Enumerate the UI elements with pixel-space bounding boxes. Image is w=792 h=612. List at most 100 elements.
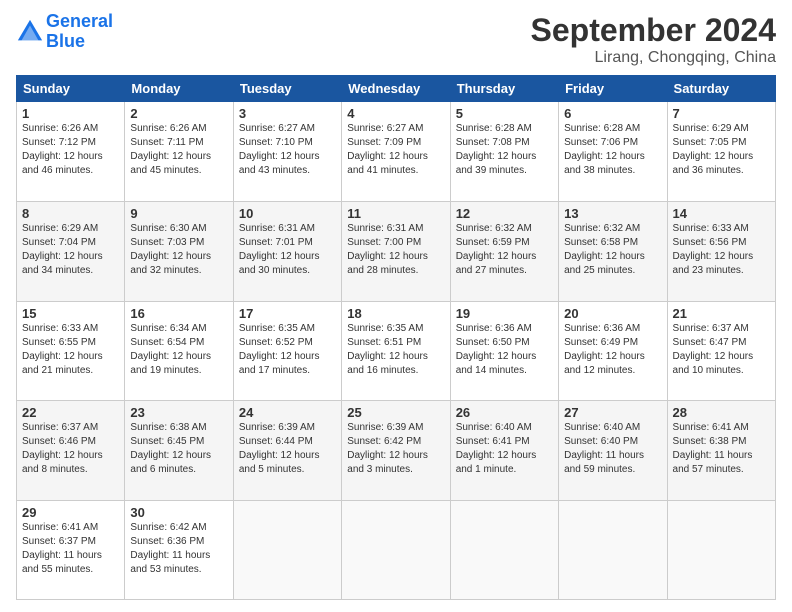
calendar-day-header: Thursday [450,76,558,102]
day-info: Sunrise: 6:27 AMSunset: 7:09 PMDaylight:… [347,122,444,178]
calendar-cell: 29Sunrise: 6:41 AMSunset: 6:37 PMDayligh… [17,501,125,600]
calendar-cell: 12Sunrise: 6:32 AMSunset: 6:59 PMDayligh… [450,201,558,301]
calendar-cell: 18Sunrise: 6:35 AMSunset: 6:51 PMDayligh… [342,301,450,401]
calendar-cell: 7Sunrise: 6:29 AMSunset: 7:05 PMDaylight… [667,102,775,202]
subtitle: Lirang, Chongqing, China [531,49,776,67]
day-info: Sunrise: 6:29 AMSunset: 7:05 PMDaylight:… [673,122,770,178]
day-info: Sunrise: 6:35 AMSunset: 6:52 PMDaylight:… [239,322,336,378]
day-number: 25 [347,405,444,420]
calendar-cell: 3Sunrise: 6:27 AMSunset: 7:10 PMDaylight… [233,102,341,202]
calendar-day-header: Friday [559,76,667,102]
day-info: Sunrise: 6:34 AMSunset: 6:54 PMDaylight:… [130,322,227,378]
day-number: 27 [564,405,661,420]
calendar-cell: 13Sunrise: 6:32 AMSunset: 6:58 PMDayligh… [559,201,667,301]
day-info: Sunrise: 6:32 AMSunset: 6:59 PMDaylight:… [456,222,553,278]
calendar-cell: 14Sunrise: 6:33 AMSunset: 6:56 PMDayligh… [667,201,775,301]
day-number: 18 [347,306,444,321]
day-number: 11 [347,206,444,221]
calendar: SundayMondayTuesdayWednesdayThursdayFrid… [16,75,776,600]
day-info: Sunrise: 6:31 AMSunset: 7:01 PMDaylight:… [239,222,336,278]
day-number: 6 [564,106,661,121]
calendar-day-header: Tuesday [233,76,341,102]
day-info: Sunrise: 6:31 AMSunset: 7:00 PMDaylight:… [347,222,444,278]
calendar-cell: 4Sunrise: 6:27 AMSunset: 7:09 PMDaylight… [342,102,450,202]
day-number: 21 [673,306,770,321]
calendar-cell [450,501,558,600]
calendar-cell: 23Sunrise: 6:38 AMSunset: 6:45 PMDayligh… [125,401,233,501]
calendar-cell: 9Sunrise: 6:30 AMSunset: 7:03 PMDaylight… [125,201,233,301]
day-info: Sunrise: 6:42 AMSunset: 6:36 PMDaylight:… [130,521,227,577]
calendar-cell: 30Sunrise: 6:42 AMSunset: 6:36 PMDayligh… [125,501,233,600]
calendar-cell: 19Sunrise: 6:36 AMSunset: 6:50 PMDayligh… [450,301,558,401]
day-info: Sunrise: 6:26 AMSunset: 7:11 PMDaylight:… [130,122,227,178]
day-info: Sunrise: 6:35 AMSunset: 6:51 PMDaylight:… [347,322,444,378]
day-number: 2 [130,106,227,121]
day-info: Sunrise: 6:26 AMSunset: 7:12 PMDaylight:… [22,122,119,178]
calendar-cell: 26Sunrise: 6:40 AMSunset: 6:41 PMDayligh… [450,401,558,501]
day-number: 4 [347,106,444,121]
title-block: September 2024 Lirang, Chongqing, China [531,12,776,67]
day-number: 17 [239,306,336,321]
day-info: Sunrise: 6:36 AMSunset: 6:49 PMDaylight:… [564,322,661,378]
day-number: 5 [456,106,553,121]
calendar-week-row: 22Sunrise: 6:37 AMSunset: 6:46 PMDayligh… [17,401,776,501]
calendar-week-row: 15Sunrise: 6:33 AMSunset: 6:55 PMDayligh… [17,301,776,401]
day-number: 22 [22,405,119,420]
day-info: Sunrise: 6:27 AMSunset: 7:10 PMDaylight:… [239,122,336,178]
day-number: 29 [22,505,119,520]
page: General Blue September 2024 Lirang, Chon… [0,0,792,612]
logo-line1: General [46,11,113,31]
day-number: 15 [22,306,119,321]
calendar-cell: 10Sunrise: 6:31 AMSunset: 7:01 PMDayligh… [233,201,341,301]
logo: General Blue [16,12,113,52]
calendar-cell: 5Sunrise: 6:28 AMSunset: 7:08 PMDaylight… [450,102,558,202]
day-info: Sunrise: 6:40 AMSunset: 6:41 PMDaylight:… [456,421,553,477]
day-info: Sunrise: 6:28 AMSunset: 7:08 PMDaylight:… [456,122,553,178]
calendar-cell: 28Sunrise: 6:41 AMSunset: 6:38 PMDayligh… [667,401,775,501]
calendar-week-row: 1Sunrise: 6:26 AMSunset: 7:12 PMDaylight… [17,102,776,202]
calendar-header-row: SundayMondayTuesdayWednesdayThursdayFrid… [17,76,776,102]
day-number: 30 [130,505,227,520]
day-number: 23 [130,405,227,420]
day-info: Sunrise: 6:36 AMSunset: 6:50 PMDaylight:… [456,322,553,378]
calendar-day-header: Sunday [17,76,125,102]
calendar-day-header: Monday [125,76,233,102]
header: General Blue September 2024 Lirang, Chon… [16,12,776,67]
day-info: Sunrise: 6:38 AMSunset: 6:45 PMDaylight:… [130,421,227,477]
calendar-cell: 8Sunrise: 6:29 AMSunset: 7:04 PMDaylight… [17,201,125,301]
calendar-cell: 1Sunrise: 6:26 AMSunset: 7:12 PMDaylight… [17,102,125,202]
calendar-cell: 16Sunrise: 6:34 AMSunset: 6:54 PMDayligh… [125,301,233,401]
day-info: Sunrise: 6:33 AMSunset: 6:56 PMDaylight:… [673,222,770,278]
day-number: 12 [456,206,553,221]
calendar-cell [342,501,450,600]
day-info: Sunrise: 6:32 AMSunset: 6:58 PMDaylight:… [564,222,661,278]
day-info: Sunrise: 6:30 AMSunset: 7:03 PMDaylight:… [130,222,227,278]
calendar-day-header: Wednesday [342,76,450,102]
calendar-cell [559,501,667,600]
day-number: 26 [456,405,553,420]
day-number: 7 [673,106,770,121]
day-number: 13 [564,206,661,221]
day-info: Sunrise: 6:41 AMSunset: 6:37 PMDaylight:… [22,521,119,577]
logo-icon [16,18,44,46]
day-number: 24 [239,405,336,420]
calendar-cell: 20Sunrise: 6:36 AMSunset: 6:49 PMDayligh… [559,301,667,401]
calendar-cell: 2Sunrise: 6:26 AMSunset: 7:11 PMDaylight… [125,102,233,202]
calendar-cell: 24Sunrise: 6:39 AMSunset: 6:44 PMDayligh… [233,401,341,501]
calendar-cell: 25Sunrise: 6:39 AMSunset: 6:42 PMDayligh… [342,401,450,501]
day-number: 9 [130,206,227,221]
day-number: 19 [456,306,553,321]
calendar-cell: 6Sunrise: 6:28 AMSunset: 7:06 PMDaylight… [559,102,667,202]
day-info: Sunrise: 6:39 AMSunset: 6:42 PMDaylight:… [347,421,444,477]
day-info: Sunrise: 6:39 AMSunset: 6:44 PMDaylight:… [239,421,336,477]
calendar-cell: 21Sunrise: 6:37 AMSunset: 6:47 PMDayligh… [667,301,775,401]
calendar-cell: 22Sunrise: 6:37 AMSunset: 6:46 PMDayligh… [17,401,125,501]
logo-text: General Blue [46,12,113,52]
calendar-cell: 27Sunrise: 6:40 AMSunset: 6:40 PMDayligh… [559,401,667,501]
day-info: Sunrise: 6:40 AMSunset: 6:40 PMDaylight:… [564,421,661,477]
day-number: 8 [22,206,119,221]
calendar-cell: 11Sunrise: 6:31 AMSunset: 7:00 PMDayligh… [342,201,450,301]
day-info: Sunrise: 6:41 AMSunset: 6:38 PMDaylight:… [673,421,770,477]
calendar-cell [233,501,341,600]
calendar-day-header: Saturday [667,76,775,102]
